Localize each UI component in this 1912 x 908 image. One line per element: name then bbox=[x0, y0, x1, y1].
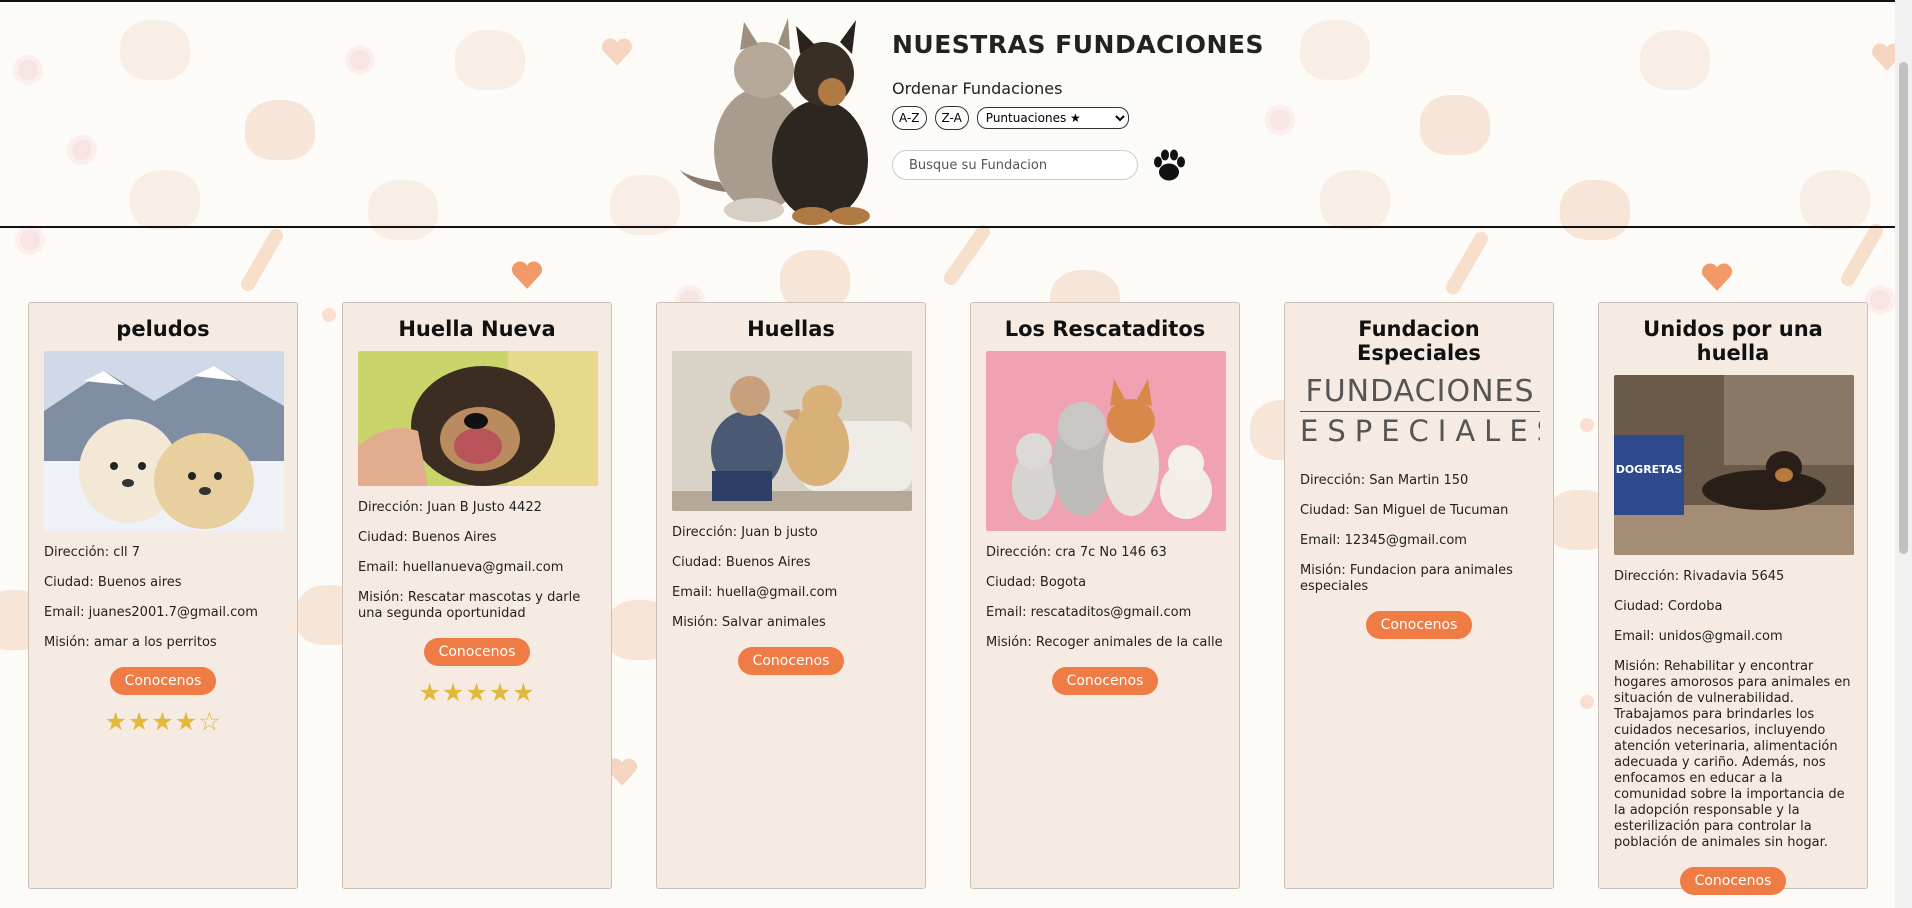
foundation-email: Email: huella@gmail.com bbox=[672, 585, 838, 600]
page-header: NUESTRAS FUNDACIONES Ordenar Fundaciones… bbox=[0, 0, 1895, 228]
foundation-card: Los Rescataditos Dirección: cra 7c No 14… bbox=[970, 302, 1240, 889]
bone-decoration bbox=[941, 222, 993, 288]
foundation-image bbox=[986, 351, 1226, 531]
foundation-name: Unidos por una huella bbox=[1643, 317, 1823, 365]
button-wrap: Conocenos bbox=[1300, 611, 1538, 639]
foundation-mission: Misión: Rehabilitar y encontrar hogares … bbox=[1614, 659, 1851, 850]
foundation-name: Huellas bbox=[747, 317, 835, 341]
search-row bbox=[892, 146, 1264, 184]
conocenos-button[interactable]: Conocenos bbox=[1365, 611, 1473, 639]
rating-stars: ★★★★☆ bbox=[104, 707, 222, 736]
bone-decoration bbox=[238, 226, 286, 294]
button-wrap: Conocenos bbox=[672, 647, 910, 675]
logo-line-2: ESPECIALES bbox=[1300, 414, 1540, 448]
foundation-address: Dirección: Rivadavia 5645 bbox=[1614, 569, 1785, 584]
foundation-image bbox=[44, 351, 284, 531]
conocenos-button[interactable]: Conocenos bbox=[1679, 867, 1787, 895]
foundation-logo: FUNDACIONES ESPECIALES bbox=[1300, 375, 1540, 459]
foundation-mission: Misión: Recoger animales de la calle bbox=[986, 635, 1223, 650]
foundation-city: Ciudad: Buenos aires bbox=[44, 575, 182, 590]
conocenos-button[interactable]: Conocenos bbox=[423, 638, 531, 666]
foundation-address: Dirección: Juan B Justo 4422 bbox=[358, 500, 542, 515]
bone-decoration bbox=[1838, 221, 1886, 289]
button-wrap: Conocenos bbox=[1614, 867, 1852, 895]
heart-decoration bbox=[511, 261, 543, 289]
foundation-name: peludos bbox=[116, 317, 210, 341]
logo-line-1: FUNDACIONES bbox=[1305, 375, 1535, 409]
foundation-image bbox=[358, 351, 598, 486]
foundation-city: Ciudad: Cordoba bbox=[1614, 599, 1723, 614]
foundation-city: Ciudad: Buenos Aires bbox=[358, 530, 497, 545]
sort-label: Ordenar Fundaciones bbox=[892, 79, 1063, 98]
cat-and-dog-image bbox=[680, 18, 870, 225]
vertical-scrollbar[interactable] bbox=[1895, 0, 1912, 908]
foundation-name: Huella Nueva bbox=[398, 317, 556, 341]
button-wrap: Conocenos bbox=[44, 667, 282, 695]
sort-rating-select[interactable]: Puntuaciones ★ bbox=[976, 107, 1129, 129]
paw-search-button[interactable] bbox=[1150, 146, 1188, 184]
dog-food-bag-label: DOGRETAS bbox=[1616, 463, 1683, 476]
sort-controls: A-Z Z-A Puntuaciones ★ bbox=[892, 106, 1264, 130]
foundation-email: Email: juanes2001.7@gmail.com bbox=[44, 605, 258, 620]
header-content: NUESTRAS FUNDACIONES Ordenar Fundaciones… bbox=[892, 30, 1264, 184]
conocenos-button[interactable]: Conocenos bbox=[737, 647, 845, 675]
foundation-image: DOGRETAS bbox=[1614, 375, 1854, 555]
search-input[interactable] bbox=[892, 150, 1138, 180]
foundation-email: Email: 12345@gmail.com bbox=[1300, 533, 1467, 548]
foundation-name: Los Rescataditos bbox=[1004, 317, 1206, 341]
page-title: NUESTRAS FUNDACIONES bbox=[892, 30, 1264, 59]
flower-decoration bbox=[20, 230, 40, 250]
foundation-email: Email: rescataditos@gmail.com bbox=[986, 605, 1192, 620]
foundation-address: Dirección: Juan b justo bbox=[672, 525, 818, 540]
conocenos-button[interactable]: Conocenos bbox=[109, 667, 217, 695]
foundation-mission: Misión: Salvar animales bbox=[672, 615, 826, 630]
foundation-mission: Misión: Rescatar mascotas y darle una se… bbox=[358, 590, 581, 621]
foundation-city: Ciudad: San Miguel de Tucuman bbox=[1300, 503, 1509, 518]
foundation-address: Dirección: cra 7c No 146 63 bbox=[986, 545, 1167, 560]
foundation-email: Email: unidos@gmail.com bbox=[1614, 629, 1783, 644]
cat-face-decoration bbox=[780, 250, 850, 310]
foundation-address: Dirección: San Martin 150 bbox=[1300, 473, 1469, 488]
heart-decoration bbox=[1701, 263, 1733, 291]
foundation-city: Ciudad: Buenos Aires bbox=[672, 555, 811, 570]
button-wrap: Conocenos bbox=[358, 638, 596, 666]
foundation-mission: Misión: amar a los perritos bbox=[44, 635, 217, 650]
foundation-card: Huella Nueva Dirección: Juan B Justo 442… bbox=[342, 302, 612, 889]
foundation-city: Ciudad: Bogota bbox=[986, 575, 1087, 590]
logo-divider bbox=[1300, 411, 1540, 412]
scrollbar-thumb[interactable] bbox=[1899, 62, 1908, 554]
rating-stars: ★★★★★ bbox=[418, 678, 536, 707]
sort-za-button[interactable]: Z-A bbox=[934, 106, 969, 130]
foundation-card: peludos Dirección: cll 7 Ciudad: Buenos … bbox=[28, 302, 298, 889]
sort-az-button[interactable]: A-Z bbox=[892, 106, 927, 130]
button-wrap: Conocenos bbox=[986, 667, 1224, 695]
foundation-email: Email: huellanueva@gmail.com bbox=[358, 560, 564, 575]
foundation-card: Fundacion Especiales FUNDACIONES ESPECIA… bbox=[1284, 302, 1554, 889]
foundation-cards: peludos Dirección: cll 7 Ciudad: Buenos … bbox=[28, 302, 1868, 895]
foundation-card: Unidos por una huella DOGRETAS Dirección… bbox=[1598, 302, 1868, 895]
paw-icon bbox=[1154, 149, 1185, 181]
foundation-mission: Misión: Fundacion para animales especial… bbox=[1300, 563, 1513, 594]
foundation-card: Huellas Dirección: Juan b justo Ciudad: … bbox=[656, 302, 926, 889]
foundation-address: Dirección: cll 7 bbox=[44, 545, 141, 560]
foundation-image bbox=[672, 351, 912, 511]
bone-decoration bbox=[1443, 229, 1491, 297]
conocenos-button[interactable]: Conocenos bbox=[1051, 667, 1159, 695]
flower-decoration bbox=[1870, 290, 1890, 310]
foundation-name: Fundacion Especiales bbox=[1357, 317, 1481, 365]
